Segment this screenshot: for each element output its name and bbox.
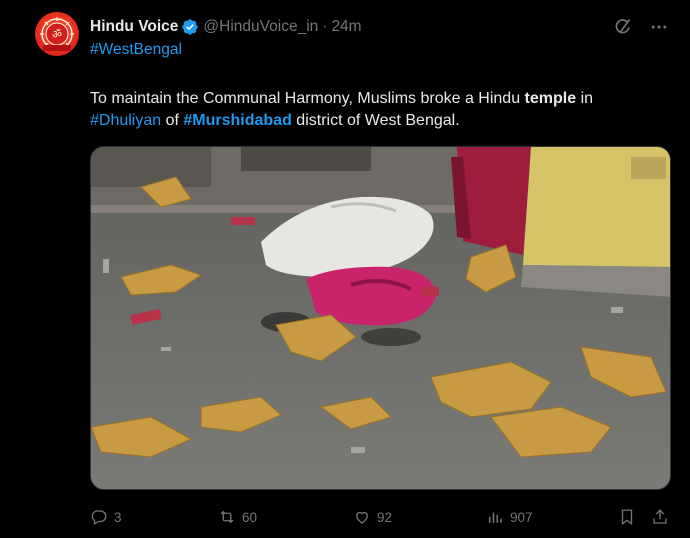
grok-icon[interactable] [612,16,634,38]
tweet-text-part1: To maintain the Communal Harmony, Muslim… [90,90,525,107]
share-button[interactable] [651,506,669,528]
author-avatar[interactable]: ॐ [35,12,79,56]
bookmark-icon [621,509,633,526]
tweet-text-part4: district of West Bengal. [291,112,460,129]
header-actions [612,15,670,39]
retweet-button[interactable]: 60 [218,506,257,528]
author-handle[interactable]: @HinduVoice_in [203,18,318,36]
hashtag-westbengal[interactable]: #WestBengal [90,41,182,59]
reply-count: 3 [114,509,122,525]
tweet-card[interactable]: ॐ Hindu Voice @HinduVoice_in · 24m #West… [0,0,690,538]
tweet-text-part3: of [161,112,184,129]
hashtag-dhuliyan[interactable]: #Dhuliyan [90,112,161,129]
tweet-timestamp[interactable]: 24m [331,18,361,36]
like-button[interactable]: 92 [353,506,392,528]
like-count: 92 [377,509,393,525]
analytics-bar-icon [489,512,502,523]
reply-icon [91,510,107,525]
tweet-text-bold-word: temple [524,90,577,107]
tweet-body: To maintain the Communal Harmony, Muslim… [90,88,670,132]
tweet-actions-bar: 3 60 92 907 [90,506,670,528]
share-icon [653,509,667,524]
verified-badge-icon [181,18,199,36]
om-emblem-icon: ॐ [40,17,74,51]
tweet-video-media[interactable] [90,146,671,490]
view-count: 907 [510,509,533,525]
heart-icon [356,511,368,524]
tweet-header: Hindu Voice @HinduVoice_in · 24m [90,15,670,39]
hashtag-murshidabad[interactable]: #Murshidabad [183,112,291,129]
video-thumbnail [91,147,670,489]
retweet-icon [220,510,234,524]
more-options-icon[interactable] [648,16,670,38]
separator-dot: · [322,18,328,35]
retweet-count: 60 [242,509,258,525]
author-display-name[interactable]: Hindu Voice [90,18,178,36]
tweet-text-part2: in [576,90,594,107]
bookmark-button[interactable] [618,506,636,528]
svg-text:ॐ: ॐ [52,28,62,41]
reply-button[interactable]: 3 [90,506,122,528]
views-button[interactable]: 907 [486,506,533,528]
